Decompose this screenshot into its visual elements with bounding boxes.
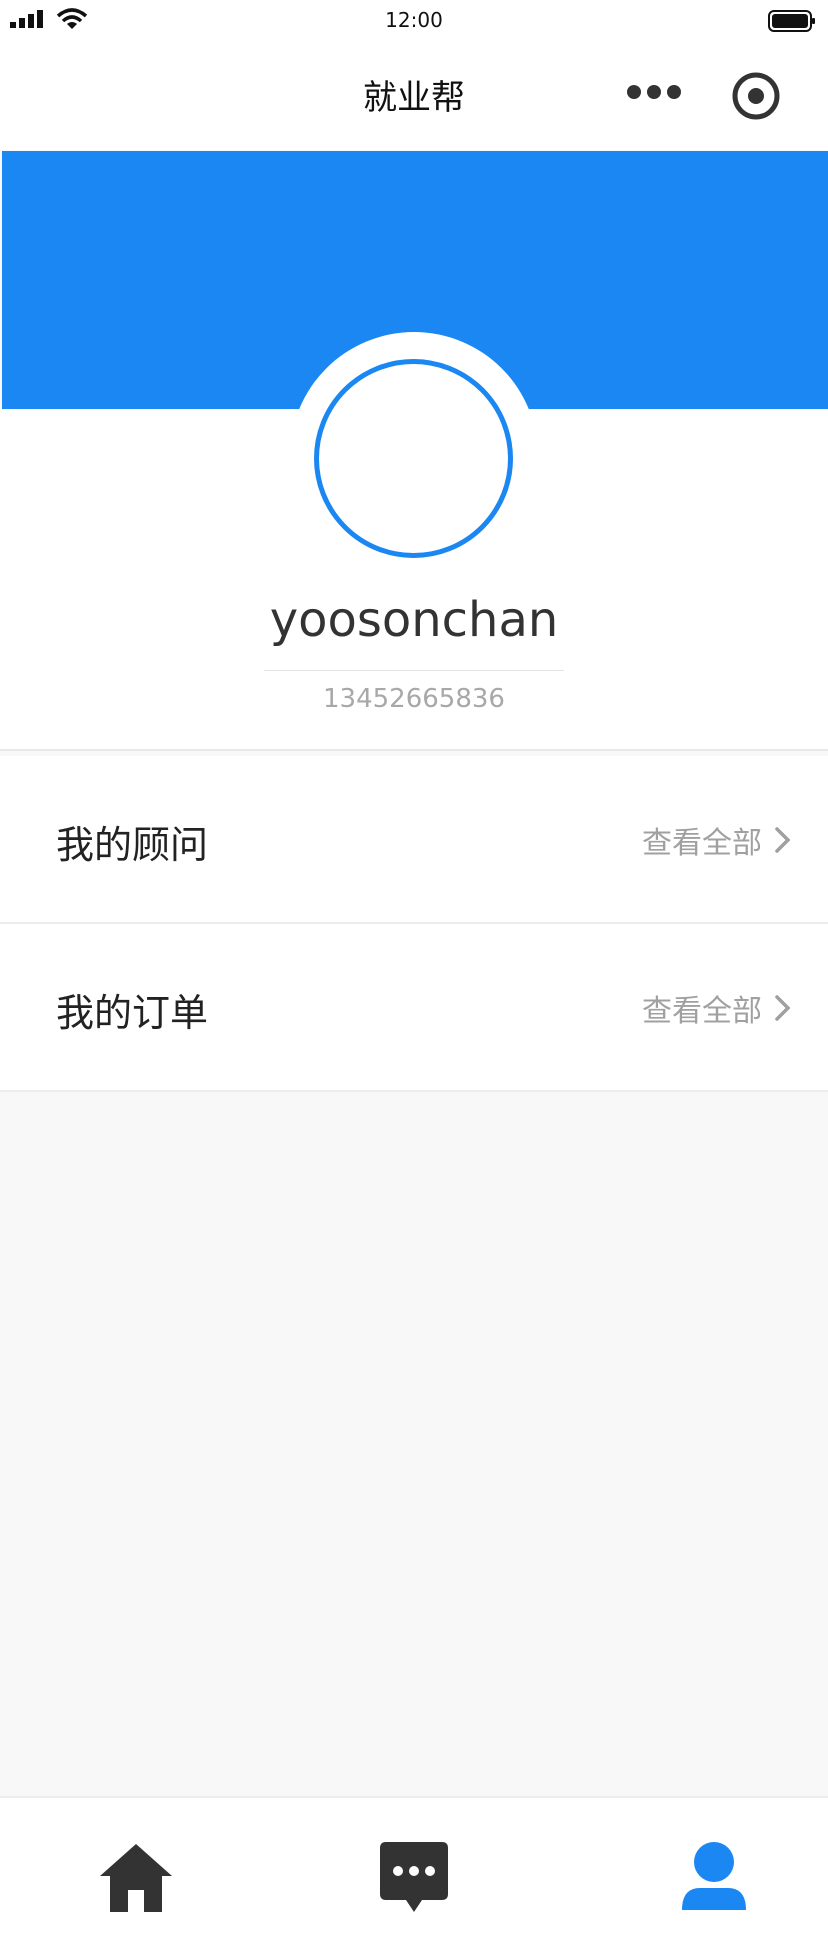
status-time: 12:00	[385, 8, 443, 32]
chevron-right-icon	[775, 827, 791, 853]
nav-bar: 就业帮	[0, 40, 828, 150]
phone-number: 13452665836	[323, 684, 505, 714]
tab-bar	[0, 1796, 828, 1958]
target-icon[interactable]	[728, 70, 784, 122]
my-advisors-row[interactable]: 我的顾问 查看全部	[0, 756, 828, 924]
section-title: 我的顾问	[56, 823, 209, 867]
username: yoosonchan	[269, 592, 559, 648]
battery-icon	[768, 10, 815, 32]
avatar[interactable]	[314, 359, 513, 558]
chevron-right-icon	[775, 995, 791, 1021]
status-bar: 12:00	[0, 0, 828, 40]
user-icon[interactable]	[674, 1838, 754, 1918]
more-dots-icon[interactable]	[624, 72, 684, 112]
section-title: 我的订单	[56, 991, 209, 1035]
home-icon[interactable]	[96, 1838, 176, 1918]
view-all-link[interactable]: 查看全部	[642, 818, 794, 862]
message-icon[interactable]	[374, 1838, 454, 1918]
my-orders-row[interactable]: 我的订单 查看全部	[0, 924, 828, 1092]
profile-page: 12:00 就业帮 yoosonchan 13452665836 我的顾问 查看…	[0, 0, 828, 1958]
divider	[264, 670, 564, 671]
view-all-label: 查看全部	[642, 826, 762, 861]
view-all-link[interactable]: 查看全部	[642, 986, 794, 1030]
page-title: 就业帮	[363, 78, 465, 118]
view-all-label: 查看全部	[642, 994, 762, 1029]
